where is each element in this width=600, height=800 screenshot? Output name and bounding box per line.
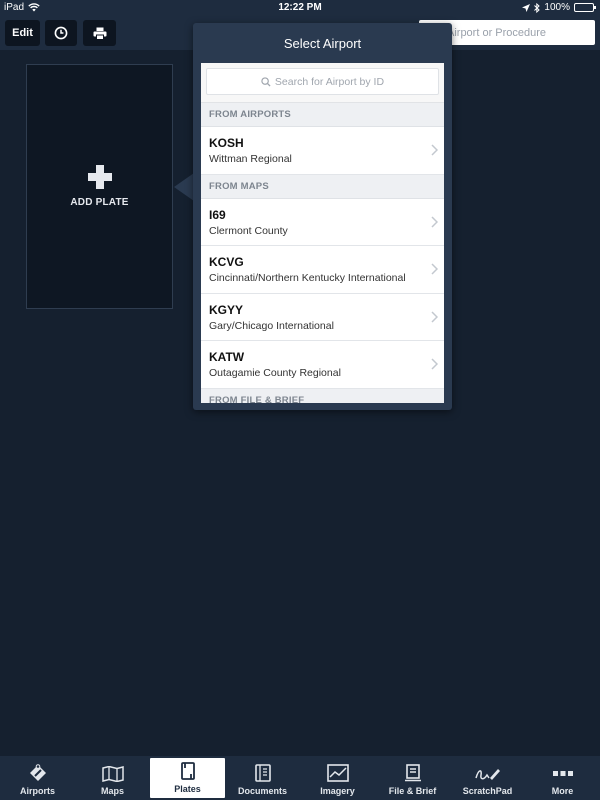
tab-imagery[interactable]: Imagery: [300, 756, 375, 800]
documents-icon: [254, 764, 271, 782]
tab-label: Plates: [174, 784, 201, 794]
airport-row-i69[interactable]: I69 Clermont County: [201, 198, 444, 246]
tab-airports[interactable]: Airports: [0, 756, 75, 800]
chevron-right-icon: [431, 144, 438, 156]
tab-label: Airports: [19, 786, 55, 796]
file-brief-icon: [404, 764, 421, 782]
plates-icon: [180, 762, 195, 780]
airport-row-kgyy[interactable]: KGYY Gary/Chicago International: [201, 293, 444, 341]
chevron-right-icon: [431, 263, 438, 275]
airport-search-placeholder: Search for Airport by ID: [274, 75, 385, 88]
airport-id: KGYY: [209, 302, 244, 317]
tab-scratchpad[interactable]: ScratchPad: [450, 756, 525, 800]
tab-maps[interactable]: Maps: [75, 756, 150, 800]
tab-more[interactable]: More: [525, 756, 600, 800]
section-header-from-airports: FROM AIRPORTS: [201, 103, 444, 127]
airport-row-katw[interactable]: KATW Outagamie County Regional: [201, 341, 444, 389]
tab-bar: Airports Maps Plates Documents Imagery F…: [0, 756, 600, 800]
bluetooth-icon: [534, 2, 541, 13]
maps-icon: [101, 766, 124, 782]
tab-label: Documents: [237, 786, 287, 796]
airport-id: KOSH: [209, 136, 244, 150]
airport-list: Search for Airport by ID FROM AIRPORTS K…: [201, 63, 444, 403]
section-header-from-maps: FROM MAPS: [201, 174, 444, 199]
clock-icon: [54, 26, 68, 40]
airport-search-bar: Search for Airport by ID: [201, 63, 444, 103]
airport-name: Outagamie County Regional: [209, 367, 341, 379]
tab-label: File & Brief: [388, 786, 437, 796]
print-button[interactable]: [83, 20, 116, 46]
tab-plates[interactable]: Plates: [150, 758, 225, 798]
select-airport-popover: Select Airport Search for Airport by ID …: [193, 23, 452, 410]
battery-icon: [574, 3, 596, 12]
location-arrow-icon: [522, 3, 531, 12]
plus-icon: [87, 165, 112, 189]
airport-search-input[interactable]: Search for Airport by ID: [206, 68, 439, 95]
airport-id: I69: [209, 207, 226, 222]
add-plate-tile[interactable]: ADD PLATE: [26, 64, 173, 309]
printer-icon: [93, 27, 106, 40]
scratchpad-icon: [474, 769, 500, 780]
tab-label: Imagery: [320, 786, 355, 796]
status-time: 12:22 PM: [278, 2, 322, 13]
airport-name: Gary/Chicago International: [209, 319, 334, 332]
procedure-search-placeholder: Airport or Procedure: [447, 26, 547, 39]
tab-label: Maps: [100, 786, 124, 796]
chevron-right-icon: [431, 310, 438, 323]
airports-icon: [29, 764, 46, 781]
tab-label: More: [551, 786, 574, 796]
airport-id: KCVG: [209, 255, 244, 269]
airport-row-kosh[interactable]: KOSH Wittman Regional: [201, 127, 444, 175]
battery-percent: 100%: [544, 2, 570, 13]
edit-button[interactable]: Edit: [5, 20, 40, 46]
imagery-icon: [326, 764, 349, 782]
status-bar: iPad 12:22 PM 100%: [0, 0, 600, 16]
airport-name: Clermont County: [209, 224, 288, 237]
chevron-right-icon: [431, 215, 438, 228]
airport-id: KATW: [209, 350, 245, 364]
more-icon: [552, 771, 573, 776]
history-button[interactable]: [45, 20, 77, 46]
chevron-right-icon: [431, 358, 438, 370]
popover-arrow: [174, 173, 194, 201]
airport-name: Wittman Regional: [209, 153, 292, 165]
tab-label: ScratchPad: [462, 786, 513, 796]
search-icon: [261, 76, 271, 87]
add-plate-label: ADD PLATE: [70, 197, 129, 208]
popover-title: Select Airport: [283, 35, 362, 51]
airport-row-kcvg[interactable]: KCVG Cincinnati/Northern Kentucky Intern…: [201, 246, 444, 294]
section-header-from-file-brief: FROM FILE & BRIEF: [201, 388, 444, 403]
airport-name: Cincinnati/Northern Kentucky Internation…: [209, 272, 406, 284]
tab-file-brief[interactable]: File & Brief: [375, 756, 450, 800]
tab-documents[interactable]: Documents: [225, 756, 300, 800]
